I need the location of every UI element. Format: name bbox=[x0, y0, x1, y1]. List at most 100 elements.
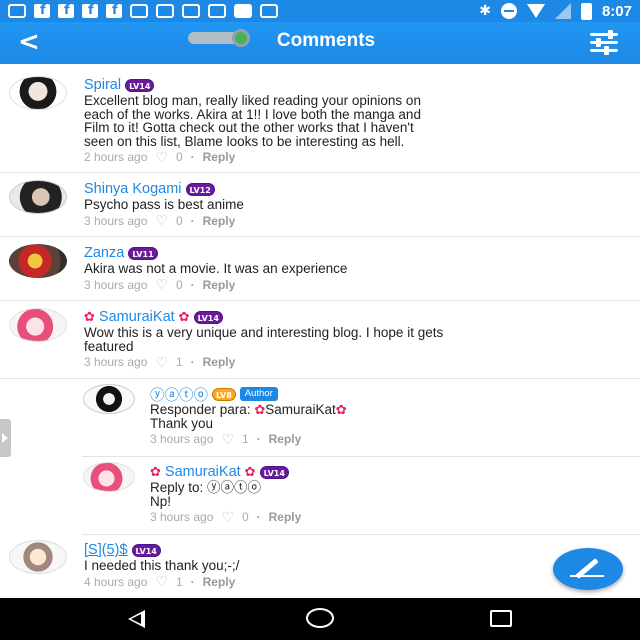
username[interactable]: Shinya Kogami bbox=[84, 181, 182, 197]
reply-button[interactable]: Reply bbox=[203, 575, 236, 589]
separator-dot: · bbox=[190, 213, 195, 228]
write-comment-button[interactable] bbox=[553, 548, 623, 590]
level-badge: LV8 bbox=[212, 387, 236, 401]
bluetooth-icon: ✱ bbox=[479, 3, 491, 19]
flower-icon: ✿ bbox=[178, 309, 190, 325]
like-button[interactable]: ♡ bbox=[221, 509, 234, 526]
like-button[interactable]: ♡ bbox=[155, 212, 168, 229]
facebook-notification-icon bbox=[82, 3, 98, 18]
reply-button[interactable]: Reply bbox=[203, 150, 236, 164]
reply-button[interactable]: Reply bbox=[203, 355, 236, 369]
timestamp: 3 hours ago bbox=[84, 277, 148, 292]
like-count: 1 bbox=[175, 355, 183, 369]
reply-to-username[interactable]: SamuraiKat bbox=[265, 402, 336, 417]
flower-icon: ✿ bbox=[84, 309, 95, 325]
timestamp: 4 hours ago bbox=[84, 574, 148, 589]
username[interactable]: [S](5)$ bbox=[84, 542, 128, 558]
avatar[interactable] bbox=[9, 244, 67, 278]
flower-icon: ✿ bbox=[335, 402, 347, 417]
timestamp: 3 hours ago bbox=[150, 432, 214, 446]
comment-item: [S](5)$ LV14 I needed this thank you;-;/… bbox=[0, 535, 640, 598]
separator-dot: · bbox=[190, 355, 195, 369]
facebook-notification-icon bbox=[106, 3, 122, 18]
separator-dot: · bbox=[256, 432, 261, 446]
comment-text: Psycho pass is best anime bbox=[84, 197, 244, 212]
timestamp: 2 hours ago bbox=[84, 150, 148, 164]
like-button[interactable]: ♡ bbox=[155, 354, 168, 371]
username[interactable]: SamuraiKat bbox=[99, 309, 175, 325]
reply-comment-item: ✿ SamuraiKat ✿ LV14 Reply to: ⓨⓐⓣⓞ Np! 3… bbox=[82, 457, 640, 535]
level-badge: LV14 bbox=[193, 310, 223, 324]
notification-icons bbox=[8, 3, 479, 18]
level-badge: LV12 bbox=[185, 182, 215, 196]
like-count: 0 bbox=[175, 213, 183, 228]
username[interactable]: Zanza bbox=[84, 245, 124, 261]
comment-text: Responder para: ✿SamuraiKat✿ Thank you bbox=[150, 403, 630, 430]
filter-button[interactable] bbox=[590, 30, 618, 55]
app-notification-icon bbox=[208, 4, 226, 18]
level-badge: LV14 bbox=[259, 465, 289, 479]
nav-back-icon[interactable] bbox=[128, 610, 145, 628]
nav-recents-icon[interactable] bbox=[490, 610, 512, 627]
like-button[interactable]: ♡ bbox=[221, 431, 234, 448]
timestamp: 3 hours ago bbox=[150, 510, 214, 524]
flower-icon: ✿ bbox=[244, 464, 256, 480]
like-count: 0 bbox=[241, 510, 249, 524]
avatar[interactable] bbox=[9, 76, 67, 110]
comment-text: Akira was not a movie. It was an experie… bbox=[84, 261, 348, 276]
separator-dot: · bbox=[190, 574, 195, 589]
timestamp: 3 hours ago bbox=[84, 213, 148, 228]
reply-comment-item: ⓨⓐⓣⓞ LV8 Author Responder para: ✿Samurai… bbox=[82, 379, 640, 457]
comment-text: Reply to: ⓨⓐⓣⓞ Np! bbox=[150, 481, 630, 508]
like-button[interactable]: ♡ bbox=[155, 149, 168, 166]
avatar[interactable] bbox=[83, 384, 135, 414]
like-count: 0 bbox=[175, 150, 183, 164]
reply-to-line: Responder para: ✿SamuraiKat✿ bbox=[150, 402, 347, 417]
app-bar: < Comments bbox=[0, 22, 640, 64]
timestamp: 3 hours ago bbox=[84, 355, 148, 369]
author-badge: Author bbox=[239, 387, 278, 401]
battery-icon bbox=[580, 2, 592, 20]
avatar[interactable] bbox=[83, 462, 135, 492]
app-notification-icon bbox=[182, 4, 200, 18]
facebook-notification-icon bbox=[58, 3, 74, 18]
reply-button[interactable]: Reply bbox=[269, 510, 302, 524]
comment-item: Spiral LV14 Excellent blog man, really l… bbox=[0, 64, 640, 173]
comment-item: ✿ SamuraiKat ✿ LV14 Wow this is a very u… bbox=[0, 301, 640, 379]
comments-screen: ✱ 8:07 < Comments Spiral LV14 Excellent … bbox=[0, 0, 640, 640]
app-notification-icon bbox=[260, 4, 278, 18]
reply-button[interactable]: Reply bbox=[269, 432, 302, 446]
clock: 8:07 bbox=[601, 2, 632, 20]
flower-icon: ✿ bbox=[150, 464, 161, 480]
separator-dot: · bbox=[190, 150, 195, 164]
like-count: 0 bbox=[175, 277, 183, 292]
avatar[interactable] bbox=[9, 180, 67, 214]
comment-text: Wow this is a very unique and interestin… bbox=[84, 325, 444, 354]
status-bar: ✱ 8:07 bbox=[0, 0, 640, 22]
navigation-bar bbox=[0, 598, 640, 640]
comment-text: I needed this thank you;-;/ bbox=[84, 558, 240, 573]
separator-dot: · bbox=[256, 510, 261, 524]
like-count: 1 bbox=[241, 432, 249, 446]
side-drawer-handle[interactable] bbox=[0, 419, 11, 457]
reply-to-username[interactable]: ⓨⓐⓣⓞ bbox=[207, 480, 261, 495]
level-badge: LV14 bbox=[131, 543, 161, 557]
comment-list[interactable]: Spiral LV14 Excellent blog man, really l… bbox=[0, 64, 640, 598]
username[interactable]: Spiral bbox=[84, 77, 121, 93]
nav-home-icon[interactable] bbox=[306, 608, 334, 628]
app-notification-icon bbox=[130, 4, 148, 18]
like-count: 1 bbox=[175, 574, 183, 589]
level-badge: LV11 bbox=[128, 246, 158, 260]
reply-button[interactable]: Reply bbox=[203, 214, 236, 228]
reply-button[interactable]: Reply bbox=[203, 278, 236, 292]
like-button[interactable]: ♡ bbox=[155, 276, 168, 293]
comment-item: Shinya Kogami LV12 Psycho pass is best a… bbox=[0, 173, 640, 237]
signal-icon bbox=[554, 3, 571, 19]
avatar[interactable] bbox=[9, 540, 67, 574]
username[interactable]: SamuraiKat bbox=[165, 464, 241, 480]
avatar[interactable] bbox=[9, 308, 67, 342]
app-notification-icon bbox=[156, 4, 174, 18]
like-button[interactable]: ♡ bbox=[155, 573, 168, 590]
chat-notification-icon bbox=[8, 4, 26, 18]
do-not-disturb-icon bbox=[500, 3, 517, 19]
